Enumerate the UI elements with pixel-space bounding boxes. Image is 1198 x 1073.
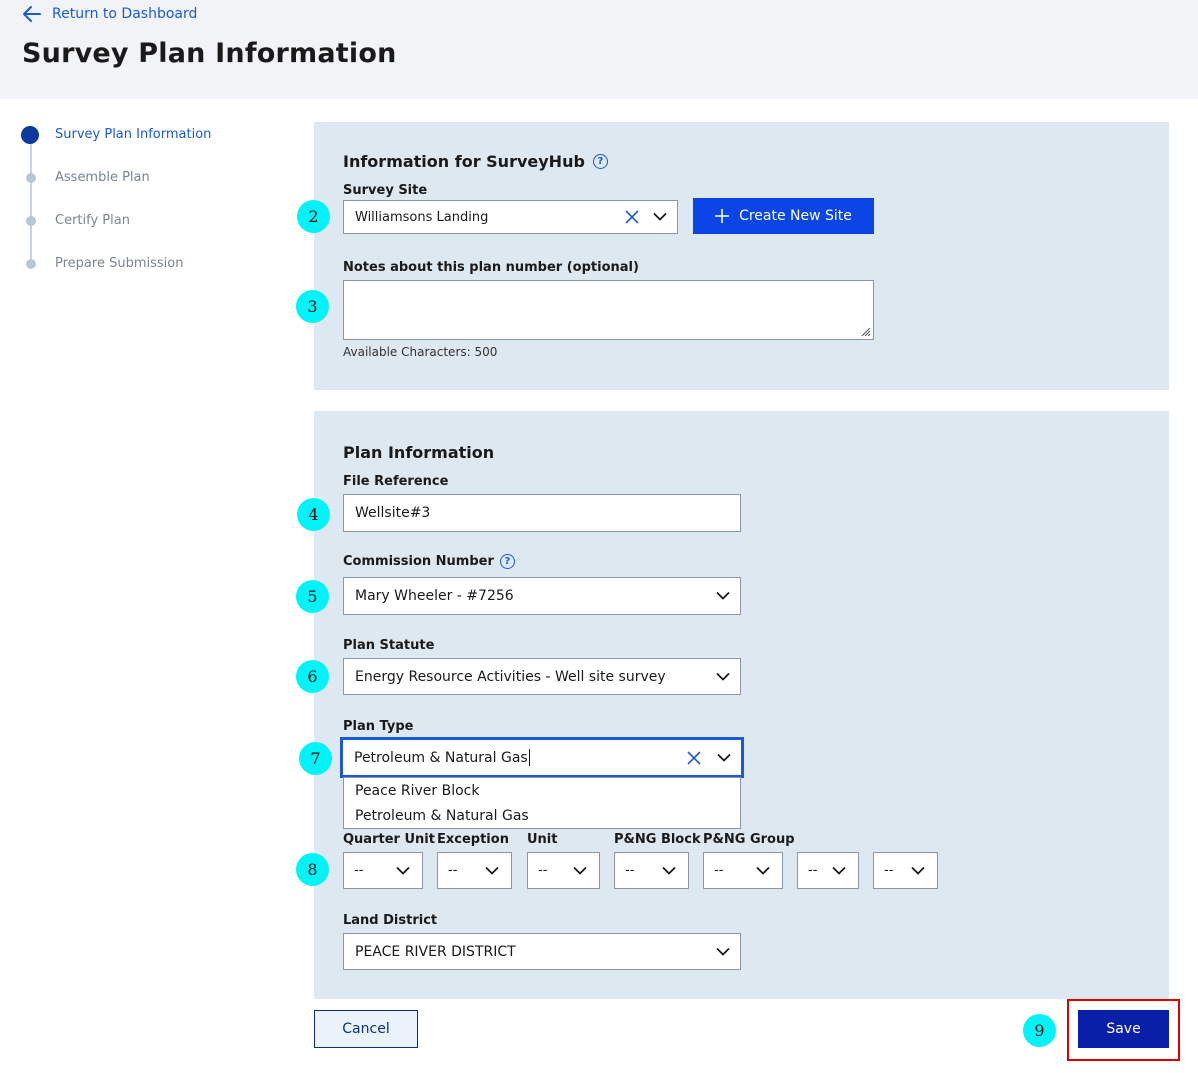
step-badge-4: 4: [297, 498, 330, 531]
help-icon[interactable]: ?: [499, 554, 515, 569]
plan-information-title: Plan Information: [343, 443, 495, 462]
survey-site-label: Survey Site: [343, 183, 428, 198]
page-title: Survey Plan Information: [22, 38, 397, 69]
file-reference-label: File Reference: [343, 474, 449, 489]
location-extra-value-2: --: [884, 863, 894, 878]
step-label: Prepare Submission: [55, 256, 184, 271]
chevron-down-icon: [716, 947, 730, 956]
step-survey-plan-information[interactable]: Survey Plan Information: [20, 122, 260, 165]
notes-textarea[interactable]: [343, 280, 874, 340]
exception-value: --: [448, 863, 458, 878]
commission-number-select[interactable]: Mary Wheeler - #7256: [343, 577, 741, 615]
file-reference-value: Wellsite#3: [355, 505, 431, 521]
step-badge-6: 6: [296, 660, 329, 693]
land-district-select[interactable]: PEACE RIVER DISTRICT: [343, 933, 741, 970]
surveyhub-title-text: Information for SurveyHub: [343, 152, 585, 171]
plan-type-combobox[interactable]: Petroleum & Natural Gas: [341, 738, 743, 777]
step-badge-5: 5: [296, 580, 329, 613]
chevron-down-icon: [485, 866, 499, 875]
plan-type-option[interactable]: Petroleum & Natural Gas: [344, 803, 740, 828]
exception-select[interactable]: --: [437, 852, 512, 889]
chevron-down-icon: [911, 866, 925, 875]
step-label: Assemble Plan: [55, 170, 150, 185]
step-dot-icon: [26, 259, 36, 269]
create-new-site-button[interactable]: Create New Site: [693, 198, 874, 234]
location-extra-select-2[interactable]: --: [873, 852, 938, 889]
chevron-down-icon: [832, 866, 846, 875]
png-block-select[interactable]: --: [614, 852, 689, 889]
arrow-left-icon: [23, 6, 41, 22]
land-district-value: PEACE RIVER DISTRICT: [355, 943, 516, 960]
png-block-value: --: [625, 863, 635, 878]
plan-statute-select[interactable]: Energy Resource Activities - Well site s…: [343, 658, 741, 695]
step-badge-3: 3: [296, 290, 329, 323]
step-badge-2: 2: [297, 200, 330, 233]
resize-grip-icon[interactable]: [859, 325, 871, 337]
png-block-label: P&NG Block: [614, 832, 701, 847]
chevron-down-icon: [396, 866, 410, 875]
chevron-down-icon: [573, 866, 587, 875]
chevron-down-icon: [653, 212, 667, 221]
cancel-button[interactable]: Cancel: [314, 1010, 418, 1048]
step-badge-9: 9: [1023, 1014, 1056, 1047]
return-to-dashboard-label: Return to Dashboard: [52, 6, 198, 22]
commission-number-label: Commission Number ?: [343, 554, 515, 569]
land-district-label: Land District: [343, 913, 438, 928]
surveyhub-section-title: Information for SurveyHub ?: [343, 152, 608, 171]
unit-select[interactable]: --: [527, 852, 600, 889]
step-prepare-submission[interactable]: Prepare Submission: [20, 251, 260, 294]
chevron-down-icon: [717, 753, 731, 762]
quarter-unit-label: Quarter Unit: [343, 832, 435, 847]
clear-icon[interactable]: [625, 210, 639, 224]
step-label: Survey Plan Information: [55, 127, 212, 142]
png-group-select[interactable]: --: [703, 852, 783, 889]
chevron-down-icon: [756, 866, 770, 875]
help-icon[interactable]: ?: [592, 154, 608, 169]
step-dot-icon: [21, 126, 39, 144]
survey-site-value: Williamsons Landing: [355, 209, 489, 225]
png-group-value: --: [714, 863, 724, 878]
available-characters-text: Available Characters: 500: [343, 345, 498, 359]
create-new-site-label: Create New Site: [739, 208, 852, 224]
progress-stepper: Survey Plan Information Assemble Plan Ce…: [20, 122, 260, 294]
step-badge-7: 7: [299, 742, 332, 775]
unit-value: --: [538, 863, 548, 878]
chevron-down-icon: [716, 672, 730, 681]
plan-statute-label: Plan Statute: [343, 638, 435, 653]
unit-label: Unit: [527, 832, 558, 847]
png-group-label: P&NG Group: [703, 832, 795, 847]
page-header: Return to Dashboard Survey Plan Informat…: [0, 0, 1198, 99]
save-button[interactable]: Save: [1078, 1010, 1169, 1048]
file-reference-input[interactable]: Wellsite#3: [343, 494, 741, 532]
plan-type-value: Petroleum & Natural Gas: [354, 749, 528, 766]
quarter-unit-value: --: [354, 863, 364, 878]
text-caret: [528, 749, 530, 766]
clear-icon[interactable]: [687, 750, 701, 765]
step-dot-icon: [26, 173, 36, 183]
survey-site-select[interactable]: Williamsons Landing: [343, 200, 678, 234]
plan-type-dropdown-list: Peace River Block Petroleum & Natural Ga…: [343, 777, 741, 829]
commission-number-value: Mary Wheeler - #7256: [355, 588, 514, 604]
exception-label: Exception: [437, 832, 509, 847]
commission-number-label-text: Commission Number: [343, 554, 494, 569]
step-badge-8: 8: [296, 853, 329, 886]
plan-type-label: Plan Type: [343, 719, 414, 734]
notes-label: Notes about this plan number (optional): [343, 260, 639, 275]
quarter-unit-select[interactable]: --: [343, 852, 423, 889]
step-label: Certify Plan: [55, 213, 130, 228]
location-extra-value-1: --: [808, 863, 818, 878]
location-extra-select-1[interactable]: --: [797, 852, 859, 889]
plan-statute-value: Energy Resource Activities - Well site s…: [355, 668, 666, 685]
plan-type-option[interactable]: Peace River Block: [344, 778, 740, 803]
chevron-down-icon: [662, 866, 676, 875]
step-dot-icon: [26, 216, 36, 226]
plus-icon: [715, 209, 730, 223]
step-assemble-plan[interactable]: Assemble Plan: [20, 165, 260, 208]
chevron-down-icon: [716, 591, 730, 600]
return-to-dashboard-link[interactable]: Return to Dashboard: [22, 5, 197, 23]
step-certify-plan[interactable]: Certify Plan: [20, 208, 260, 251]
